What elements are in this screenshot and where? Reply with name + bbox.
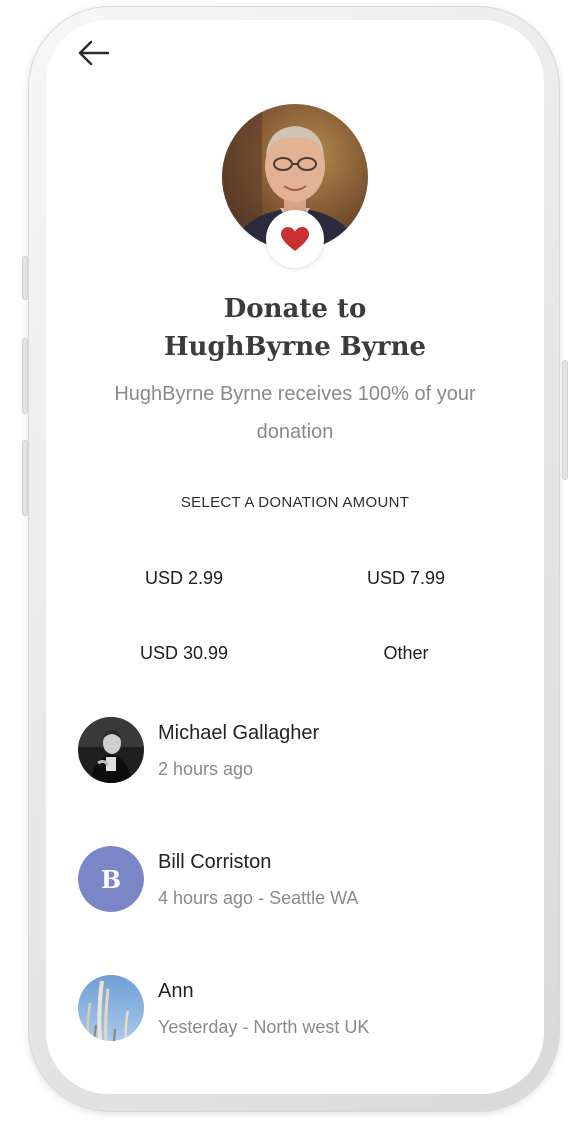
heart-badge	[266, 210, 324, 268]
mute-switch	[22, 256, 28, 300]
donation-section-label: SELECT A DONATION AMOUNT	[180, 494, 410, 511]
donor-name: Michael Gallagher	[158, 722, 320, 744]
amount-option-7-99[interactable]: USD 7.99	[311, 568, 501, 589]
amount-option-30-99[interactable]: USD 30.99	[89, 643, 279, 664]
amount-option-2-99[interactable]: USD 2.99	[89, 568, 279, 589]
title-line-2: HughByrne Byrne	[163, 332, 427, 362]
volume-down-button	[22, 440, 28, 516]
recipient-avatar-group	[222, 104, 368, 268]
volume-up-button	[22, 338, 28, 414]
donor-meta: Yesterday - North west UK	[158, 1017, 370, 1037]
avatar-initial: B	[78, 846, 144, 912]
donor-item[interactable]: B Bill Corriston 4 hours ago - Seattle W…	[78, 846, 518, 916]
donor-item[interactable]: Ann Yesterday - North west UK	[78, 975, 518, 1045]
title-line-1: Donate to	[223, 294, 367, 324]
back-button[interactable]	[76, 38, 112, 68]
app-screen: Donate to HughByrne Byrne HughByrne Byrn…	[46, 20, 544, 1094]
recipient-subtitle: HughByrne Byrne receives 100% of your do…	[114, 383, 476, 443]
avatar	[78, 717, 144, 783]
donor-name: Ann	[158, 980, 194, 1002]
heart-icon	[281, 227, 309, 251]
donor-meta: 2 hours ago	[158, 759, 254, 779]
page-title: Donate to HughByrne Byrne	[46, 290, 544, 366]
power-button	[562, 360, 568, 480]
donor-name: Bill Corriston	[158, 851, 272, 873]
avatar: B	[78, 846, 144, 912]
amount-option-other[interactable]: Other	[311, 643, 501, 664]
donor-item[interactable]: Michael Gallagher 2 hours ago	[78, 717, 518, 787]
avatar	[78, 975, 144, 1041]
arrow-left-icon	[78, 40, 110, 66]
donor-meta: 4 hours ago - Seattle WA	[158, 888, 359, 908]
